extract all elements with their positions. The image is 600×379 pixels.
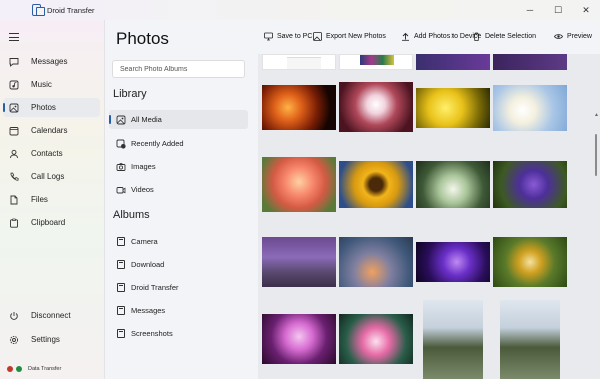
- chevron-right-icon[interactable]: ›: [451, 30, 454, 40]
- album-item-messages[interactable]: Messages: [109, 301, 248, 320]
- sidebar-item-disconnect[interactable]: Disconnect: [3, 306, 100, 325]
- library-heading: Library: [113, 88, 147, 100]
- photo-thumbnail[interactable]: [339, 237, 413, 287]
- photo-thumbnail[interactable]: [262, 54, 336, 70]
- albums-panel: Photos Library All Media Recently Added …: [104, 20, 258, 379]
- album-item-camera[interactable]: Camera: [109, 232, 248, 251]
- library-item-recently-added[interactable]: Recently Added: [109, 134, 248, 153]
- all-media-icon: [116, 115, 126, 125]
- search-albums-input[interactable]: [112, 60, 245, 78]
- status-dot-red-icon: [7, 366, 13, 372]
- photo-thumbnail[interactable]: [339, 54, 413, 70]
- photo-thumbnail[interactable]: [262, 237, 336, 287]
- sidebar-item-calendars[interactable]: Calendars: [3, 121, 100, 140]
- sidebar-item-messages[interactable]: Messages: [3, 52, 100, 71]
- eye-icon: [554, 32, 563, 41]
- album-icon: [116, 329, 126, 339]
- photo-thumbnail[interactable]: [416, 242, 490, 282]
- maximize-button[interactable]: ☐: [544, 0, 572, 20]
- close-icon: ✕: [582, 4, 590, 15]
- calendar-icon: [9, 126, 19, 136]
- scroll-up-icon[interactable]: ▲: [594, 112, 599, 118]
- message-icon: [9, 57, 19, 67]
- photos-icon: [9, 103, 19, 113]
- photo-thumbnail[interactable]: [493, 161, 567, 208]
- sidebar-item-clipboard[interactable]: Clipboard: [3, 213, 100, 232]
- save-to-pc-button[interactable]: Save to PC: [264, 32, 312, 41]
- hamburger-menu-icon[interactable]: [9, 33, 19, 41]
- contacts-icon: [9, 149, 19, 159]
- recently-added-icon: [116, 139, 126, 149]
- photo-thumbnail[interactable]: [416, 54, 490, 70]
- toolbar: Save to PC Export New Photos Add Photos …: [258, 20, 600, 54]
- photo-thumbnail[interactable]: [493, 54, 567, 70]
- power-icon: [9, 311, 19, 321]
- library-item-videos[interactable]: Videos: [109, 180, 248, 199]
- photo-thumbnail[interactable]: [339, 82, 413, 132]
- album-icon: [116, 260, 126, 270]
- album-icon: [116, 237, 126, 247]
- page-title: Photos: [116, 29, 169, 48]
- delete-selection-button[interactable]: Delete Selection: [472, 32, 536, 41]
- album-icon: [116, 306, 126, 316]
- files-icon: [9, 195, 19, 205]
- sidebar-item-photos[interactable]: Photos: [3, 98, 100, 117]
- albums-heading: Albums: [113, 209, 150, 221]
- photo-thumbnail[interactable]: [262, 85, 336, 130]
- sidebar-item-files[interactable]: Files: [3, 190, 100, 209]
- gear-icon: [9, 335, 19, 345]
- droid-transfer-logo-icon: [31, 4, 45, 16]
- upload-icon: [401, 32, 410, 41]
- computer-icon: [264, 32, 273, 41]
- photo-thumbnail[interactable]: [493, 85, 567, 131]
- sidebar-item-settings[interactable]: Settings: [3, 330, 100, 349]
- preview-button[interactable]: Preview: [554, 32, 592, 41]
- album-item-screenshots[interactable]: Screenshots: [109, 324, 248, 343]
- photo-thumbnail[interactable]: [493, 237, 567, 287]
- video-icon: [116, 185, 126, 195]
- library-item-all-media[interactable]: All Media: [109, 110, 248, 129]
- minimize-button[interactable]: ─: [516, 0, 544, 20]
- photo-thumbnail[interactable]: [339, 161, 413, 208]
- clipboard-icon: [9, 218, 19, 228]
- export-photo-icon: [313, 32, 322, 41]
- album-item-download[interactable]: Download: [109, 255, 248, 274]
- minimize-icon: ─: [526, 5, 534, 15]
- connection-status: Data Transfer: [7, 366, 61, 372]
- window-title: Droid Transfer: [47, 5, 95, 15]
- add-photos-to-device-button[interactable]: Add Photos to Device: [401, 32, 481, 41]
- status-dot-green-icon: [16, 366, 22, 372]
- photo-thumbnail[interactable]: [339, 314, 413, 364]
- photo-thumbnail[interactable]: [262, 157, 336, 212]
- sidebar-item-music[interactable]: Music: [3, 75, 100, 94]
- album-item-droid-transfer[interactable]: Droid Transfer: [109, 278, 248, 297]
- photo-thumbnail[interactable]: [262, 314, 336, 364]
- maximize-icon: ☐: [553, 4, 563, 15]
- gallery-scrollbar[interactable]: [595, 134, 597, 176]
- sidebar-item-contacts[interactable]: Contacts: [3, 144, 100, 163]
- phone-icon: [9, 172, 19, 182]
- photo-thumbnail[interactable]: [500, 300, 560, 379]
- photo-thumbnail[interactable]: [416, 88, 490, 128]
- camera-icon: [116, 162, 126, 172]
- album-icon: [116, 283, 126, 293]
- trash-icon: [472, 32, 481, 41]
- music-icon: [9, 80, 19, 90]
- photo-gallery: ▲: [258, 54, 600, 379]
- sidebar-item-call-logs[interactable]: Call Logs: [3, 167, 100, 186]
- photo-thumbnail[interactable]: [416, 161, 490, 208]
- title-bar: Droid Transfer ─ ☐ ✕: [0, 0, 600, 20]
- photo-thumbnail[interactable]: [423, 300, 483, 379]
- close-button[interactable]: ✕: [572, 0, 600, 20]
- export-new-photos-button[interactable]: Export New Photos: [313, 32, 386, 41]
- library-item-images[interactable]: Images: [109, 157, 248, 176]
- sidebar: Messages Music Photos Calendars Contacts…: [0, 20, 104, 379]
